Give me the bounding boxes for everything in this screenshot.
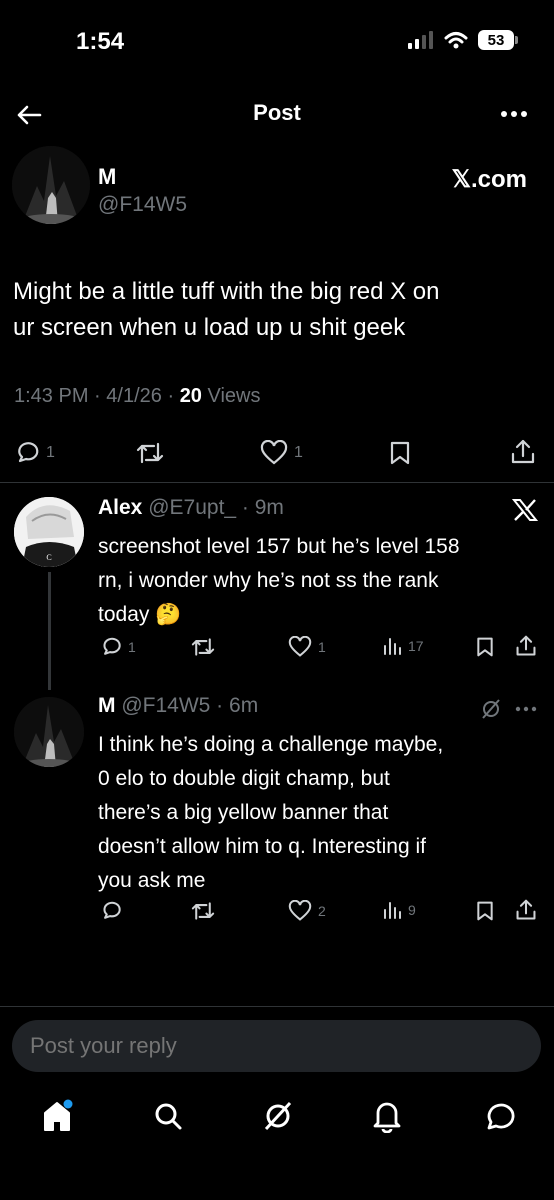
source-label[interactable]: 𝕏.com (452, 165, 527, 194)
grok-icon[interactable] (480, 698, 502, 720)
post-meta: 1:43 PM · 4/1/26 · 20 Views (14, 385, 261, 408)
signal-icon (408, 31, 433, 49)
reply-text-line: 0 elo to double digit champ, but (98, 767, 390, 790)
grok-icon (264, 1101, 292, 1131)
heart-icon (288, 636, 312, 657)
heart-icon (260, 440, 288, 465)
nav-notifications[interactable] (372, 1099, 402, 1138)
views-button[interactable]: 17 (382, 636, 424, 656)
share-icon (511, 439, 535, 464)
reply-button[interactable] (100, 900, 128, 922)
post-text-line: ur screen when u load up u shit geek (13, 314, 406, 341)
nav-home[interactable] (40, 1098, 74, 1139)
page-title: Post (253, 100, 301, 125)
bookmark-icon (477, 637, 493, 657)
like-button[interactable]: 1 (260, 440, 303, 466)
reply-count: 1 (128, 639, 136, 655)
share-button[interactable] (515, 634, 537, 658)
reply-icon (103, 901, 121, 919)
reply-count: 1 (46, 444, 55, 461)
reply-handle-time[interactable]: @F14W5 · 6m (121, 694, 258, 717)
repost-icon (136, 442, 164, 464)
messages-icon (487, 1103, 515, 1130)
like-count: 2 (318, 903, 326, 919)
reply-text-line: today 🤔 (98, 603, 182, 626)
reply-input[interactable] (12, 1020, 541, 1072)
views-label: Views (207, 385, 261, 407)
reply-icon (103, 637, 121, 655)
nav-search[interactable] (152, 1100, 184, 1137)
reply-text: screenshot level 157 but he’s level 158 … (98, 530, 538, 632)
thread-line (48, 572, 51, 690)
share-button[interactable] (510, 438, 536, 466)
home-icon (44, 1099, 73, 1131)
reply-author[interactable]: Alex (98, 496, 142, 519)
nav-grok[interactable] (262, 1100, 294, 1137)
post-time: 1:43 PM (14, 385, 89, 407)
views-icon (384, 638, 401, 655)
repost-button[interactable] (190, 636, 216, 658)
views-count: 9 (408, 902, 416, 918)
status-icons: 53 (408, 30, 518, 50)
reply-button[interactable]: 1 (100, 636, 136, 658)
meta-separator: · (167, 385, 175, 407)
reply-text-line: there’s a big yellow banner that (98, 801, 389, 824)
like-button[interactable]: 1 (288, 636, 326, 658)
avatar[interactable] (12, 146, 90, 224)
author-name[interactable]: M (98, 164, 116, 190)
bookmark-button[interactable] (475, 636, 495, 658)
heart-icon (288, 900, 312, 921)
post-text: Might be a little tuff with the big red … (13, 274, 543, 346)
like-button[interactable]: 2 (288, 900, 326, 922)
reply-header: Alex @E7upt_ · 9m (98, 496, 284, 520)
reply-text-line: I think he’s doing a challenge maybe, (98, 733, 444, 756)
battery-indicator: 53 (478, 30, 518, 50)
post-date: 4/1/26 (106, 385, 162, 407)
reply-text: I think he’s doing a challenge maybe, 0 … (98, 728, 538, 898)
svg-text:C: C (46, 553, 51, 562)
bookmark-icon (390, 441, 410, 465)
more-dots-icon[interactable] (500, 110, 528, 118)
repost-button[interactable] (135, 440, 165, 466)
repost-icon (191, 902, 215, 920)
reply-text-line: screenshot level 157 but he’s level 158 (98, 535, 460, 558)
share-icon (516, 899, 536, 920)
views-button[interactable]: 9 (382, 900, 416, 920)
like-count: 1 (318, 639, 326, 655)
share-icon (516, 635, 536, 656)
divider (0, 1006, 554, 1007)
nav-messages[interactable] (482, 1100, 516, 1137)
avatar[interactable] (14, 697, 84, 767)
reply-text-line: you ask me (98, 869, 206, 892)
post-text-line: Might be a little tuff with the big red … (13, 278, 440, 305)
repost-button[interactable] (190, 900, 216, 922)
views-count: 17 (408, 638, 424, 654)
x-logo-icon[interactable] (512, 498, 538, 522)
reply-button[interactable]: 1 (14, 440, 55, 466)
reply-icon (18, 442, 39, 463)
search-icon (155, 1103, 182, 1130)
views-icon (384, 902, 401, 919)
bell-icon (373, 1102, 401, 1134)
bookmark-button[interactable] (475, 900, 495, 922)
reply-text-line: doesn’t allow him to q. Interesting if (98, 835, 427, 858)
reply-header: M @F14W5 · 6m (98, 694, 258, 718)
wifi-icon (444, 32, 468, 49)
views-count: 20 (179, 385, 202, 407)
divider (0, 482, 554, 483)
bookmark-icon (477, 901, 493, 921)
reply-author[interactable]: M (98, 694, 116, 717)
reply-text-line: rn, i wonder why he’s not ss the rank (98, 569, 439, 592)
bookmark-button[interactable] (388, 440, 412, 466)
share-button[interactable] (515, 898, 537, 922)
avatar[interactable]: C (14, 497, 84, 567)
meta-separator: · (94, 385, 101, 407)
author-handle[interactable]: @F14W5 (98, 193, 187, 217)
status-time: 1:54 (76, 28, 125, 55)
like-count: 1 (294, 444, 303, 461)
reply-handle-time[interactable]: @E7upt_ · 9m (148, 496, 284, 519)
repost-icon (191, 638, 215, 656)
more-dots-icon[interactable] (515, 706, 537, 712)
